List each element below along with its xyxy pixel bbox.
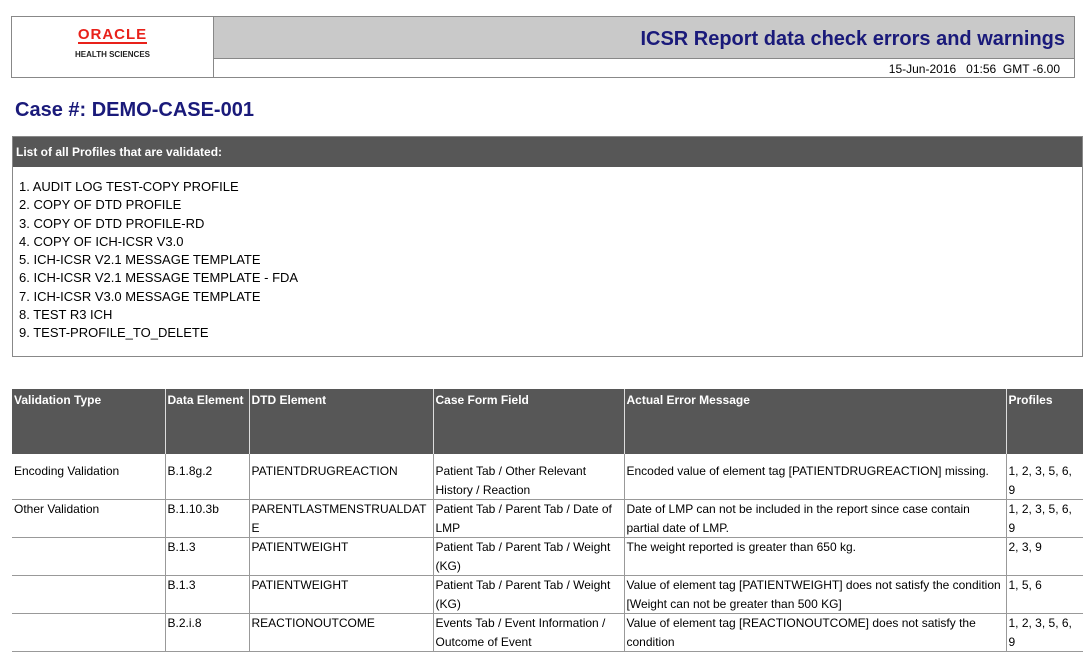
table-row: Encoding Validation B.1.8g.2 PATIENTDRUG… [12,454,1083,500]
cell-profiles: 1, 2, 3, 5, 6, 9 [1005,499,1083,538]
cell-dtd-element: PATIENTWEIGHT [248,537,433,576]
cell-error-message: Encoded value of element tag [PATIENTDRU… [623,454,1006,500]
profile-item: 7. ICH-ICSR V3.0 MESSAGE TEMPLATE [19,288,261,304]
cell-validation-type [12,575,165,614]
profile-item: 3. COPY OF DTD PROFILE-RD [19,215,205,231]
table-row: B.1.3 PATIENTWEIGHT Patient Tab / Parent… [12,575,1083,614]
col-data-element: Data Element [164,389,249,454]
cell-error-message: Value of element tag [REACTIONOUTCOME] d… [623,613,1006,652]
cell-dtd-element: PATIENTWEIGHT [248,575,433,614]
col-dtd-element: DTD Element [248,389,433,454]
cell-data-element: B.1.10.3b [164,499,249,538]
cell-case-form-field: Events Tab / Event Information / Outcome… [432,613,624,652]
col-profiles: Profiles [1005,389,1083,454]
table-row: B.2.i.8 REACTIONOUTCOME Events Tab / Eve… [12,613,1083,652]
cell-dtd-element: PATIENTDRUGREACTION [248,454,433,500]
profile-item: 9. TEST-PROFILE_TO_DELETE [19,325,209,341]
logo-wordmark: ORACLE [77,26,148,44]
profile-item: 5. ICH-ICSR V2.1 MESSAGE TEMPLATE [19,252,261,268]
table-row: Other Validation B.1.10.3b PARENTLASTMEN… [12,499,1083,538]
profile-item: 2. COPY OF DTD PROFILE [19,197,182,213]
profile-item: 6. ICH-ICSR V2.1 MESSAGE TEMPLATE - FDA [19,270,299,286]
oracle-logo: ORACLE HEALTH SCIENCES [12,17,214,77]
cell-error-message: The weight reported is greater than 650 … [623,537,1006,576]
report-header: ORACLE HEALTH SCIENCES ICSR Report data … [11,16,1075,78]
table-header-row: Validation Type Data Element DTD Element… [12,389,1083,454]
report-date: 15-Jun-2016 01:56 GMT -6.00 [888,62,1060,76]
cell-dtd-element: PARENTLASTMENSTRUALDATE [248,499,433,538]
cell-validation-type [12,537,165,576]
cell-case-form-field: Patient Tab / Parent Tab / Weight (KG) [432,575,624,614]
cell-data-element: B.1.8g.2 [164,454,249,500]
cell-data-element: B.2.i.8 [164,613,249,652]
profile-item: 4. COPY OF ICH-ICSR V3.0 [19,233,184,249]
cell-data-element: B.1.3 [164,537,249,576]
cell-validation-type [12,613,165,652]
table-row: B.1.3 PATIENTWEIGHT Patient Tab / Parent… [12,537,1083,576]
profiles-list: 1. AUDIT LOG TEST-COPY PROFILE 2. COPY O… [13,167,1082,343]
cell-profiles: 1, 2, 3, 5, 6, 9 [1005,454,1083,500]
cell-case-form-field: Patient Tab / Parent Tab / Weight (KG) [432,537,624,576]
profile-item: 1. AUDIT LOG TEST-COPY PROFILE [19,179,239,194]
profiles-panel: List of all Profiles that are validated:… [12,136,1083,357]
case-number-heading: Case #: DEMO-CASE-001 [15,99,254,121]
col-case-form-field: Case Form Field [432,389,624,454]
cell-profiles: 1, 2, 3, 5, 6, 9 [1005,613,1083,652]
report-title: ICSR Report data check errors and warnin… [640,28,1065,50]
cell-profiles: 2, 3, 9 [1005,537,1083,576]
cell-profiles: 1, 5, 6 [1005,575,1083,614]
col-error-message: Actual Error Message [623,389,1006,454]
title-band: ICSR Report data check errors and warnin… [214,17,1074,59]
validation-table: Validation Type Data Element DTD Element… [12,389,1083,652]
logo-subtitle: HEALTH SCIENCES [75,50,150,59]
cell-validation-type: Other Validation [12,499,165,538]
profile-item: 8. TEST R3 ICH [19,307,113,323]
cell-case-form-field: Patient Tab / Parent Tab / Date of LMP [432,499,624,538]
cell-error-message: Value of element tag [PATIENTWEIGHT] doe… [623,575,1006,614]
cell-data-element: B.1.3 [164,575,249,614]
cell-case-form-field: Patient Tab / Other Relevant History / R… [432,454,624,500]
cell-validation-type: Encoding Validation [12,454,165,500]
col-validation-type: Validation Type [12,389,165,454]
cell-dtd-element: REACTIONOUTCOME [248,613,433,652]
profiles-heading: List of all Profiles that are validated: [13,137,1082,167]
cell-error-message: Date of LMP can not be included in the r… [623,499,1006,538]
